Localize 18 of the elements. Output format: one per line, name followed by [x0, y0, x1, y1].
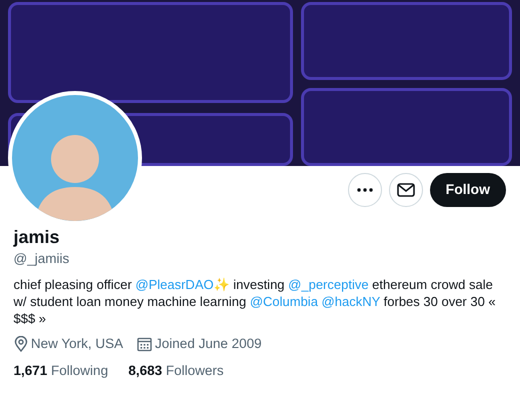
mention-link[interactable]: @PleasrDAO	[135, 276, 214, 292]
mention-link[interactable]: @hackNY	[322, 294, 380, 309]
envelope-icon	[396, 182, 415, 197]
calendar-icon	[136, 336, 152, 352]
follow-count-link[interactable]: 1,671 Following	[14, 360, 108, 381]
display-name: jamis	[14, 227, 61, 249]
mention-link[interactable]: @_perceptive	[288, 276, 369, 292]
username: @_jamiis	[14, 250, 70, 268]
more-button[interactable]	[348, 172, 382, 207]
location-text: New York, USA	[30, 335, 124, 354]
message-button[interactable]	[388, 172, 423, 207]
follow-count-link[interactable]: 8,683 Followers	[128, 360, 224, 381]
bio-text: chief pleasing officer @PleasrDAO✨ investing @_perceptive ethereum crowd sale w/ student loan money machine learning @Columbia @hackNY forbes 30 over 30 « $$$ »	[14, 276, 497, 328]
more-icon	[357, 188, 374, 192]
mention-link[interactable]: @Columbia	[250, 294, 322, 309]
joined-date: Joined June 2009	[155, 335, 262, 354]
location-pin-icon	[14, 336, 28, 352]
follow-button[interactable]: Follow	[430, 172, 506, 207]
